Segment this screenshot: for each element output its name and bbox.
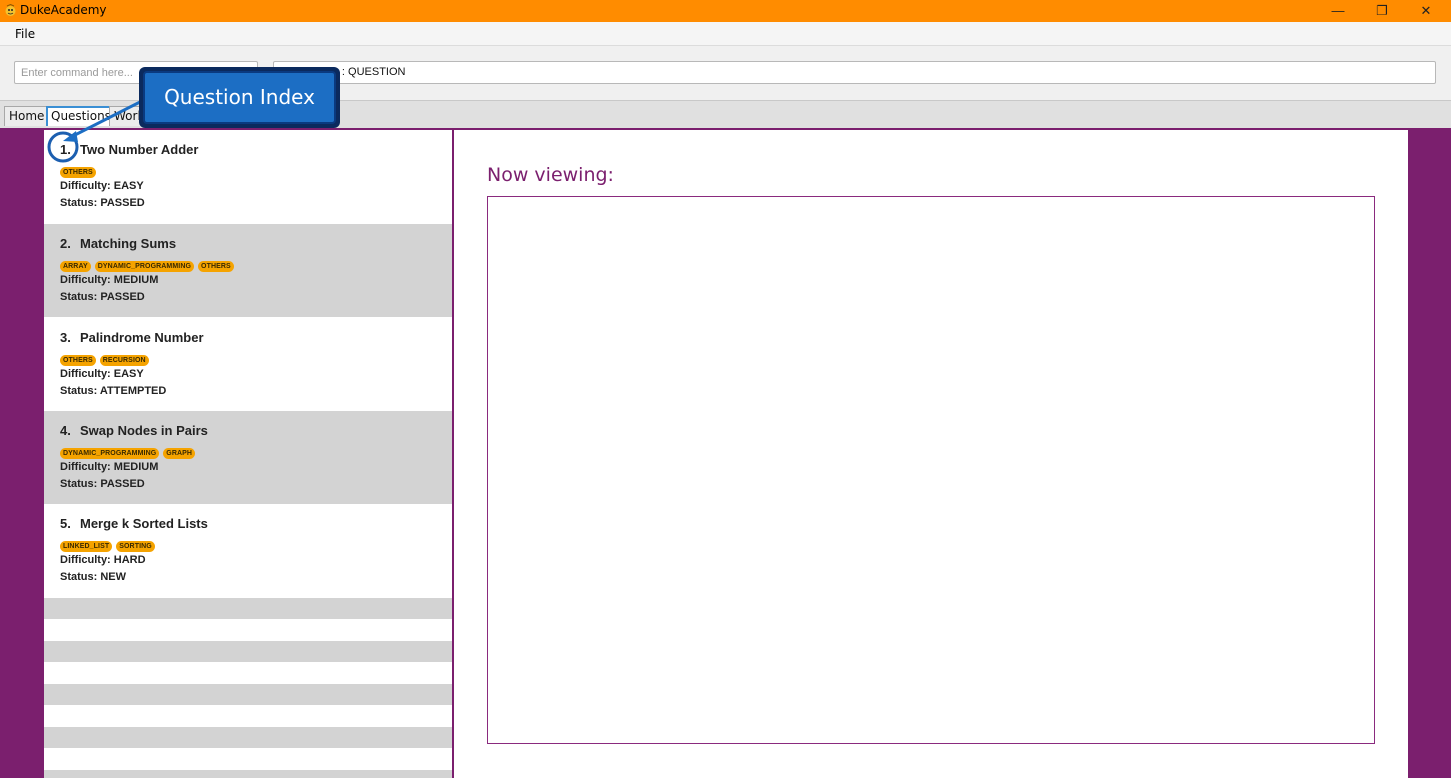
tag-badge: GRAPH — [163, 448, 196, 459]
question-title: Two Number Adder — [80, 142, 199, 157]
tag-list: LINKED_LIST SORTING — [60, 535, 159, 552]
tag-badge: SORTING — [116, 541, 155, 552]
question-title-row: 3. Palindrome Number — [60, 330, 204, 345]
question-difficulty: Difficulty: MEDIUM — [60, 461, 159, 473]
question-index: 4. — [60, 423, 71, 438]
empty-list-row — [44, 598, 452, 619]
question-detail-box[interactable] — [487, 196, 1375, 744]
question-status: Status: PASSED — [60, 291, 145, 303]
question-title: Merge k Sorted Lists — [80, 516, 208, 531]
empty-list-row — [44, 684, 452, 705]
question-card[interactable]: 5. Merge k Sorted Lists LINKED_LIST SORTIN… — [44, 504, 452, 597]
tab-home[interactable]: Home — [4, 106, 50, 126]
tag-badge: RECURSION — [99, 355, 149, 366]
tag-list: DYNAMIC_PROGRAMMING GRAPH — [60, 442, 199, 459]
question-status: Status: ATTEMPTED — [60, 385, 167, 397]
result-display: Switched to : QUESTION — [273, 61, 1436, 84]
annotation-callout: Question Index — [139, 67, 340, 128]
empty-list-row — [44, 619, 452, 640]
question-status: Status: PASSED — [60, 197, 145, 209]
question-index: 2. — [60, 236, 71, 251]
empty-list-row — [44, 748, 452, 769]
question-index: 5. — [60, 516, 71, 531]
empty-list-row — [44, 705, 452, 726]
tag-list: ARRAY DYNAMIC_PROGRAMMING OTHERS — [60, 255, 238, 272]
maximize-button[interactable]: ❐ — [1360, 0, 1404, 22]
maximize-icon: ❐ — [1376, 3, 1388, 18]
empty-list-row — [44, 662, 452, 683]
question-card[interactable]: 3. Palindrome Number OTHERS RECURSION Diff… — [44, 318, 452, 411]
question-card[interactable]: 1. Two Number Adder OTHERS Difficulty: EA… — [44, 130, 452, 223]
minimize-button[interactable]: — — [1316, 0, 1360, 22]
question-title: Palindrome Number — [80, 330, 204, 345]
question-index: 3. — [60, 330, 71, 345]
tag-badge: ARRAY — [60, 261, 91, 272]
question-difficulty: Difficulty: HARD — [60, 554, 146, 566]
tag-list: OTHERS RECURSION — [60, 349, 153, 366]
question-card[interactable]: 2. Matching Sums ARRAY DYNAMIC_PROGRAMMING… — [44, 224, 452, 317]
tag-badge: OTHERS — [60, 355, 96, 366]
empty-list-row — [44, 727, 452, 748]
question-index: 1. — [60, 142, 71, 157]
question-status: Status: PASSED — [60, 478, 145, 490]
question-title-row: 4. Swap Nodes in Pairs — [60, 423, 208, 438]
menu-bar: File — [0, 22, 1451, 46]
question-card[interactable]: 4. Swap Nodes in Pairs DYNAMIC_PROGRAMMIN… — [44, 411, 452, 504]
tab-questions[interactable]: Questions — [46, 106, 116, 126]
tag-badge: LINKED_LIST — [60, 541, 113, 552]
close-button[interactable]: ✕ — [1404, 0, 1448, 22]
annotation-label: Question Index — [143, 71, 336, 124]
empty-list-row — [44, 770, 452, 778]
tag-badge: DYNAMIC_PROGRAMMING — [60, 448, 160, 459]
question-difficulty: Difficulty: EASY — [60, 368, 144, 380]
question-status: Status: NEW — [60, 571, 126, 583]
now-viewing-label: Now viewing: — [487, 164, 614, 186]
question-title: Swap Nodes in Pairs — [80, 423, 208, 438]
tag-badge: OTHERS — [198, 261, 234, 272]
tag-list: OTHERS — [60, 161, 100, 178]
question-title-row: 5. Merge k Sorted Lists — [60, 516, 208, 531]
tag-badge: OTHERS — [60, 167, 96, 178]
question-title-row: 2. Matching Sums — [60, 236, 176, 251]
window-title: DukeAcademy — [20, 3, 107, 17]
empty-list-row — [44, 641, 452, 662]
question-viewer: Now viewing: — [454, 130, 1408, 778]
question-title: Matching Sums — [80, 236, 177, 251]
tag-badge: DYNAMIC_PROGRAMMING — [94, 261, 195, 272]
question-difficulty: Difficulty: MEDIUM — [60, 274, 159, 286]
minimize-icon: — — [1331, 3, 1345, 18]
close-icon: ✕ — [1420, 3, 1432, 18]
duke-app-icon — [5, 4, 16, 16]
menu-file[interactable]: File — [15, 27, 35, 41]
title-bar: DukeAcademy — ❐ ✕ — [0, 0, 1451, 22]
question-list[interactable]: 1. Two Number Adder OTHERS Difficulty: EA… — [44, 130, 452, 778]
question-title-row: 1. Two Number Adder — [60, 142, 198, 157]
question-difficulty: Difficulty: EASY — [60, 180, 144, 192]
